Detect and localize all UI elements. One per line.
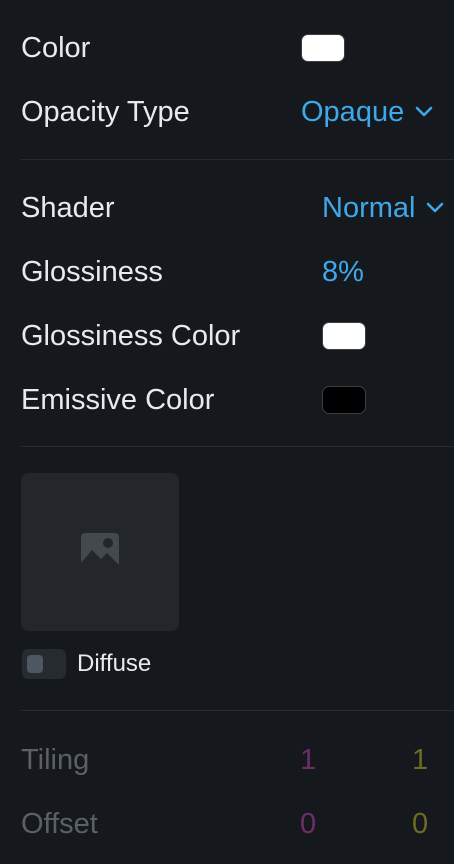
- color-row: Color: [21, 28, 454, 68]
- shader-dropdown[interactable]: Normal: [322, 192, 445, 225]
- texture-slot[interactable]: [21, 473, 179, 631]
- opacity-type-value: Opaque: [301, 92, 434, 132]
- chevron-down-icon: [415, 106, 433, 117]
- divider: [21, 710, 454, 711]
- color-swatch[interactable]: [301, 34, 345, 62]
- glossiness-color-row: Glossiness Color: [21, 316, 454, 356]
- tiling-y-value[interactable]: 1: [412, 740, 428, 780]
- tiling-label: Tiling: [21, 744, 90, 776]
- material-properties-panel: Color Opacity Type Opaque Shader Normal: [0, 0, 454, 864]
- tiling-x-value[interactable]: 1: [300, 740, 316, 780]
- image-icon: [81, 533, 119, 571]
- shader-value: Normal: [301, 188, 445, 228]
- glossiness-value[interactable]: 8%: [322, 256, 364, 289]
- glossiness-color-swatch[interactable]: [322, 322, 366, 350]
- opacity-type-dropdown[interactable]: Opaque: [301, 96, 434, 129]
- opacity-type-row: Opacity Type Opaque: [21, 92, 454, 132]
- shader-label: Shader: [21, 192, 115, 224]
- offset-y-value[interactable]: 0: [412, 804, 428, 844]
- glossiness-value-wrap: 8%: [301, 252, 364, 292]
- glossiness-row: Glossiness 8%: [21, 252, 454, 292]
- glossiness-label: Glossiness: [21, 256, 163, 288]
- shader-row: Shader Normal: [21, 188, 454, 228]
- emissive-color-row: Emissive Color: [21, 380, 454, 420]
- emissive-color-label: Emissive Color: [21, 384, 215, 416]
- divider: [21, 159, 454, 160]
- chevron-down-icon: [427, 202, 444, 213]
- tiling-row: Tiling 1 1: [21, 740, 454, 780]
- glossiness-color-value: [301, 316, 366, 356]
- shader-selected: Normal: [322, 191, 416, 224]
- emissive-color-value: [301, 380, 366, 420]
- glossiness-color-label: Glossiness Color: [21, 320, 241, 352]
- offset-x-value[interactable]: 0: [300, 804, 316, 844]
- color-label: Color: [21, 32, 91, 64]
- color-value: [301, 28, 345, 68]
- diffuse-label: Diffuse: [77, 650, 152, 677]
- opacity-type-label: Opacity Type: [21, 96, 190, 128]
- offset-label: Offset: [21, 808, 98, 840]
- emissive-color-swatch[interactable]: [322, 386, 366, 414]
- offset-row: Offset 0 0: [21, 804, 454, 844]
- opacity-type-selected: Opaque: [301, 95, 405, 128]
- divider: [21, 446, 454, 447]
- diffuse-toggle[interactable]: [22, 649, 66, 679]
- toggle-knob: [27, 655, 43, 673]
